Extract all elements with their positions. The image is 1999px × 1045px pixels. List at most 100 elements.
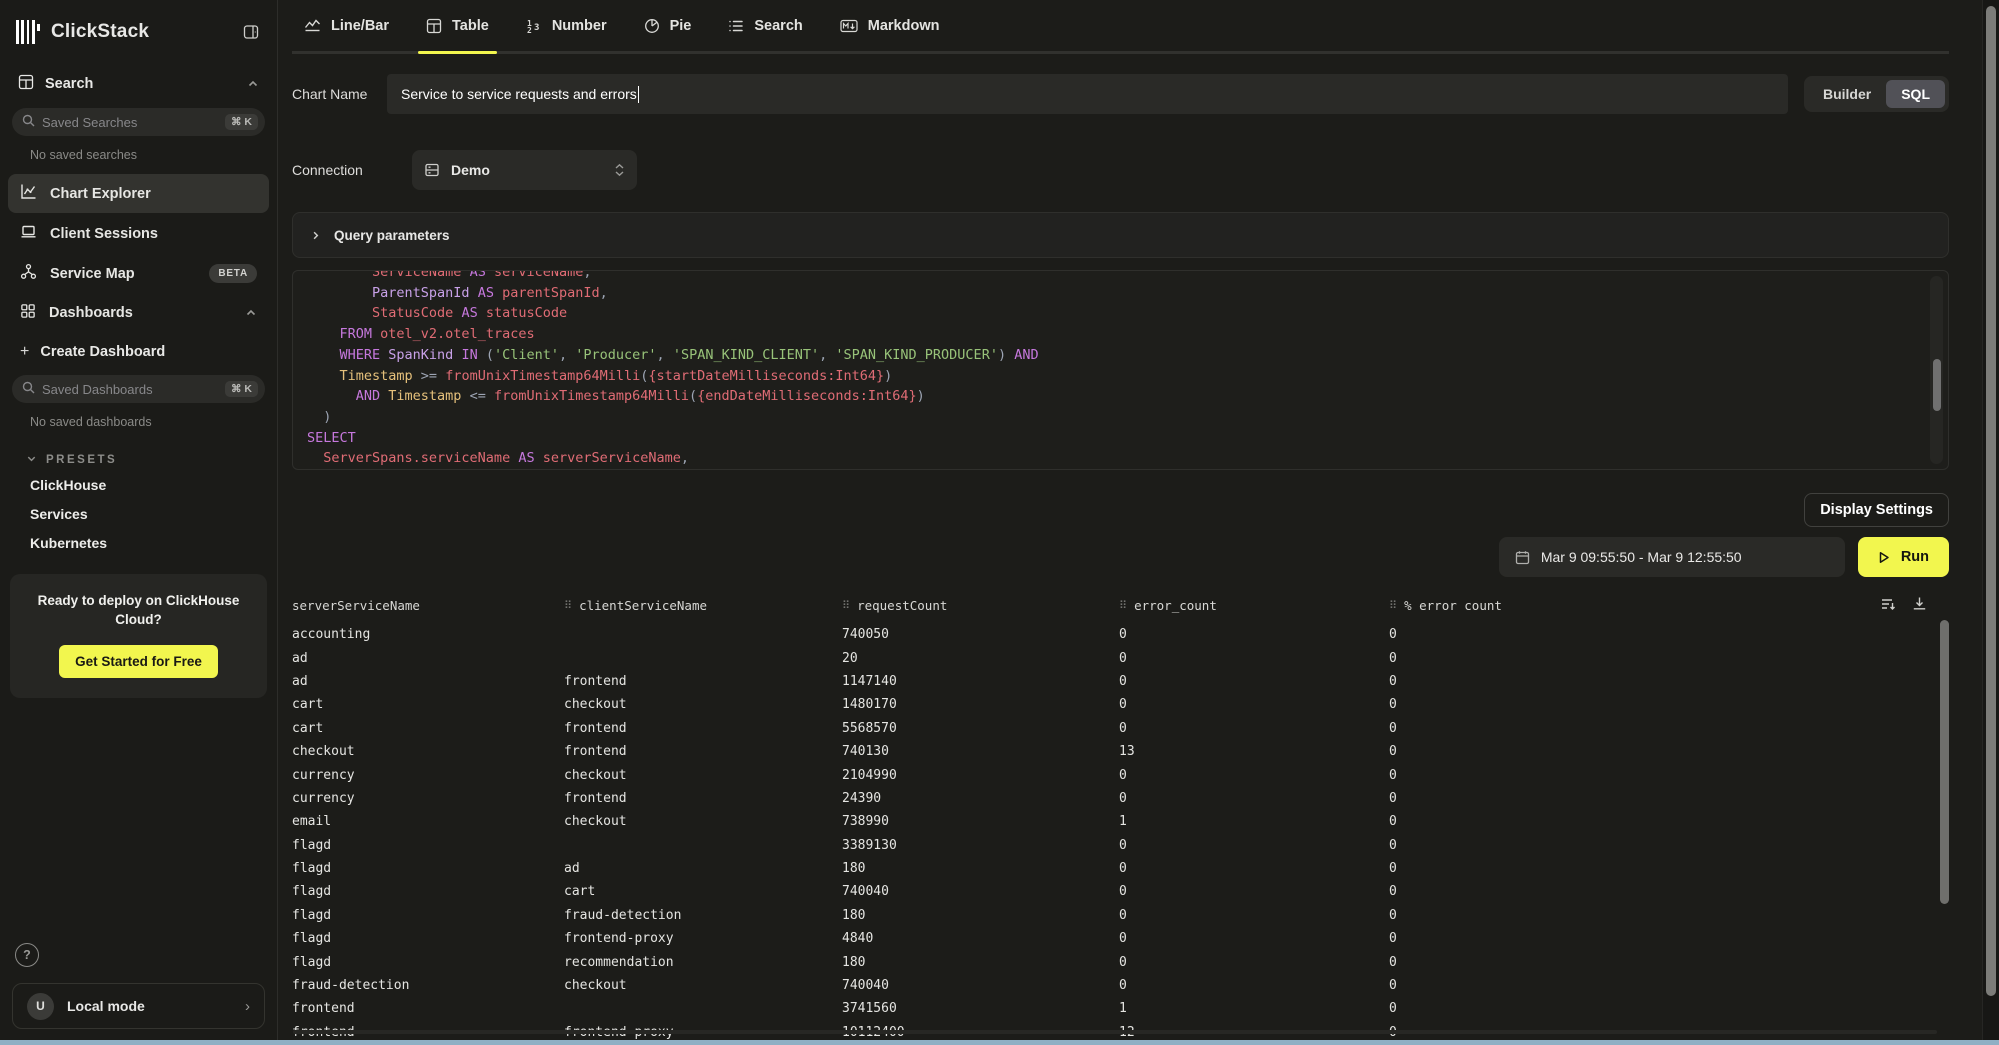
table-cell: 740130: [842, 744, 1119, 759]
column-header--error-count[interactable]: ⠿% error count: [1389, 598, 1949, 613]
builder-mode-button[interactable]: Builder: [1808, 80, 1886, 108]
line-chart-icon: [304, 18, 321, 33]
table-row: cartcheckout148017000: [292, 693, 1949, 716]
table-cell: flagd: [292, 908, 564, 923]
create-dashboard-button[interactable]: + Create Dashboard: [0, 333, 277, 371]
number-123-icon: 123: [526, 18, 542, 34]
no-saved-searches-note: No saved searches: [0, 136, 277, 172]
chevron-up-icon[interactable]: [247, 78, 259, 90]
panel-collapse-icon[interactable]: [243, 24, 259, 40]
chevron-right-icon: [310, 230, 321, 241]
presets-section-header[interactable]: PRESETS: [0, 439, 277, 471]
query-parameters-toggle[interactable]: Query parameters: [292, 212, 1949, 258]
tab-table[interactable]: Table: [426, 0, 489, 51]
get-started-button[interactable]: Get Started for Free: [59, 645, 218, 678]
connection-value: Demo: [451, 162, 490, 178]
download-icon[interactable]: [1912, 596, 1927, 612]
table-scrollbar-thumb[interactable]: [1940, 620, 1949, 904]
play-icon: [1878, 551, 1890, 564]
table-row: flagd338913000: [292, 834, 1949, 857]
date-range-value: Mar 9 09:55:50 - Mar 9 12:55:50: [1541, 549, 1742, 565]
drag-handle-icon[interactable]: ⠿: [842, 600, 850, 611]
connection-label: Connection: [292, 162, 412, 178]
sidebar-item-chart-explorer[interactable]: Chart Explorer: [8, 174, 269, 213]
display-settings-button[interactable]: Display Settings: [1804, 493, 1949, 527]
table-cell: 0: [1119, 627, 1389, 642]
table-row: cartfrontend556857000: [292, 717, 1949, 740]
table-cell: 0: [1389, 931, 1949, 946]
window-bottom-edge: [0, 1040, 1999, 1045]
help-button[interactable]: ?: [15, 943, 39, 967]
main-panel: Line/BarTable123NumberPieSearchMarkdown …: [278, 0, 1999, 1045]
table-row: flagdfrontend-proxy484000: [292, 927, 1949, 950]
table-cell: 0: [1389, 884, 1949, 899]
sidebar-item-service-map[interactable]: Service MapBETA: [8, 254, 269, 293]
preset-services[interactable]: Services: [0, 500, 277, 529]
saved-searches-input[interactable]: Saved Searches ⌘ K: [12, 108, 265, 136]
table-cell: flagd: [292, 861, 564, 876]
column-header-clientservicename[interactable]: ⠿clientServiceName: [564, 598, 842, 613]
table-cell: 0: [1389, 674, 1949, 689]
filter-lines-icon[interactable]: [1880, 596, 1896, 612]
table-cell: accounting: [292, 627, 564, 642]
table-cell: 740040: [842, 978, 1119, 993]
table-cell: 0: [1389, 1001, 1949, 1016]
local-mode-button[interactable]: U Local mode ›: [12, 983, 265, 1029]
preset-kubernetes[interactable]: Kubernetes: [0, 529, 277, 558]
chart-name-label: Chart Name: [292, 86, 387, 102]
column-header-serverservicename[interactable]: serverServiceName: [292, 598, 564, 613]
table-header-row: serverServiceName⠿clientServiceName⠿requ…: [292, 594, 1949, 623]
page-scrollbar-thumb[interactable]: [1986, 6, 1996, 996]
list-search-icon: [728, 18, 744, 34]
table-body: accounting74005000ad2000adfrontend114714…: [292, 623, 1949, 1044]
sql-mode-button[interactable]: SQL: [1886, 80, 1945, 108]
sidebar-item-dashboards[interactable]: Dashboards: [8, 294, 269, 332]
tab-pie[interactable]: Pie: [644, 0, 692, 51]
table-cell: 0: [1389, 768, 1949, 783]
editor-scrollbar-thumb[interactable]: [1933, 359, 1941, 411]
table-cell: frontend: [564, 674, 842, 689]
sidebar-section-search[interactable]: Search: [0, 64, 277, 104]
column-header-requestcount[interactable]: ⠿requestCount: [842, 598, 1119, 613]
table-row: currencyfrontend2439000: [292, 787, 1949, 810]
saved-dashboards-placeholder: Saved Dashboards: [42, 382, 153, 397]
saved-dashboards-input[interactable]: Saved Dashboards ⌘ K: [12, 375, 265, 403]
database-icon: [424, 162, 440, 178]
sql-editor[interactable]: ServiceName AS serviceName, ParentSpanId…: [292, 270, 1949, 470]
grid-icon: [20, 303, 36, 323]
tab-search[interactable]: Search: [728, 0, 802, 51]
horizontal-scrollbar-track[interactable]: [293, 1030, 1937, 1034]
code-line: ServiceName AS serviceName,: [307, 270, 1948, 283]
code-line: ServerSpans.serviceName AS serverService…: [307, 448, 1948, 469]
drag-handle-icon[interactable]: ⠿: [1389, 600, 1397, 611]
tab-line-bar[interactable]: Line/Bar: [304, 0, 389, 51]
code-line: StatusCode AS statusCode: [307, 303, 1948, 324]
table-row: accounting74005000: [292, 623, 1949, 646]
table-cell: 0: [1119, 791, 1389, 806]
connection-select[interactable]: Demo: [412, 150, 637, 190]
sidebar-item-client-sessions[interactable]: Client Sessions: [8, 214, 269, 253]
table-cell: frontend: [564, 791, 842, 806]
tab-number[interactable]: 123Number: [526, 0, 607, 51]
table-cell: 180: [842, 908, 1119, 923]
table-cell: 0: [1119, 768, 1389, 783]
preset-clickhouse[interactable]: ClickHouse: [0, 471, 277, 500]
nodes-icon: [20, 263, 37, 284]
table-row: frontend374156010: [292, 997, 1949, 1020]
table-cell: 740040: [842, 884, 1119, 899]
code-line: WHERE SpanKind IN ('Client', 'Producer',…: [307, 345, 1948, 366]
table-cell: 20: [842, 651, 1119, 666]
table-cell: 0: [1119, 674, 1389, 689]
table-cell: 0: [1389, 697, 1949, 712]
date-range-input[interactable]: Mar 9 09:55:50 - Mar 9 12:55:50: [1499, 537, 1845, 577]
drag-handle-icon[interactable]: ⠿: [1119, 600, 1127, 611]
table-cell: 0: [1389, 651, 1949, 666]
run-button[interactable]: Run: [1858, 537, 1949, 577]
code-line: Timestamp >= fromUnixTimestamp64Milli({s…: [307, 366, 1948, 387]
chevron-down-icon: [26, 453, 37, 467]
table-cell: 0: [1389, 908, 1949, 923]
column-header-error-count[interactable]: ⠿error_count: [1119, 598, 1389, 613]
chart-name-input[interactable]: Service to service requests and errors: [387, 74, 1788, 114]
drag-handle-icon[interactable]: ⠿: [564, 600, 572, 611]
tab-markdown[interactable]: Markdown: [840, 0, 940, 51]
